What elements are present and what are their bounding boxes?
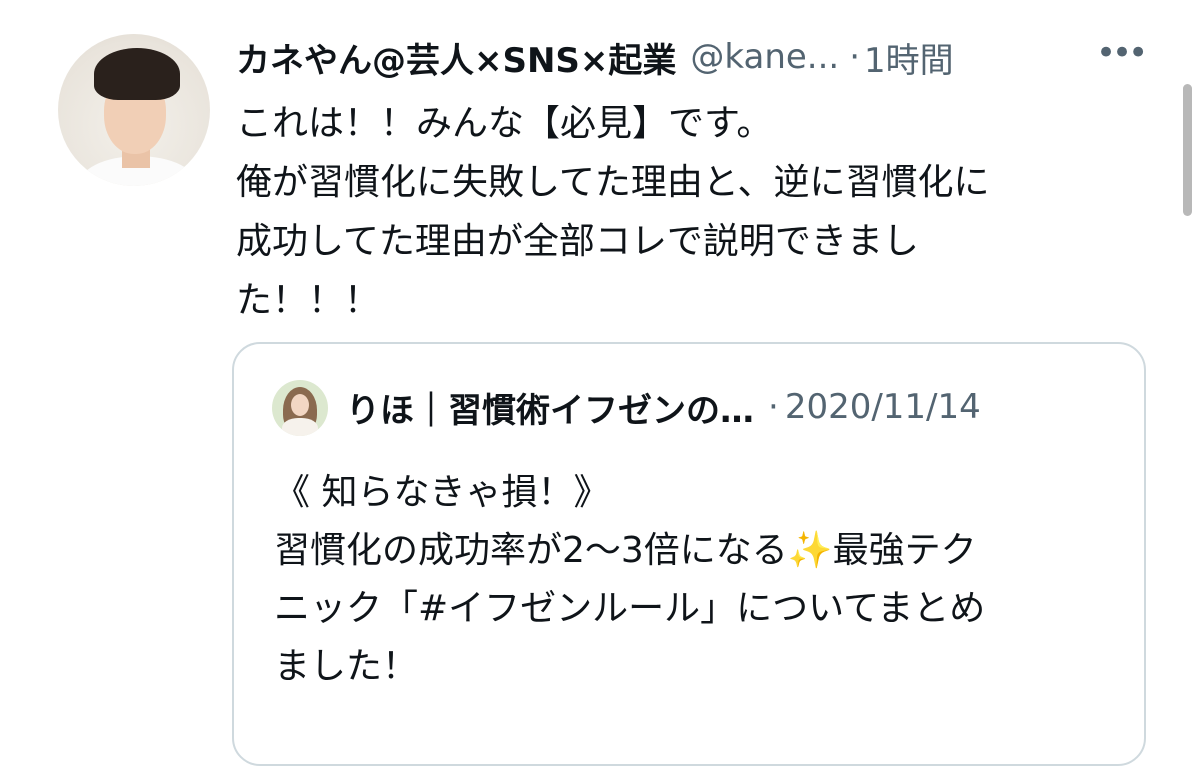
- author-handle[interactable]: @kane...: [690, 37, 839, 77]
- quoted-author-name: りほ｜習慣術イフゼンの…: [346, 390, 754, 431]
- quoted-header-separator: ·: [768, 387, 779, 427]
- header-separator: ·: [849, 37, 861, 77]
- author-name[interactable]: カネやん@芸人×SNS×起業: [236, 33, 676, 82]
- scrollbar-thumb[interactable]: [1183, 84, 1192, 216]
- quoted-author-avatar: [272, 380, 328, 436]
- quoted-avatar-body: [282, 418, 318, 436]
- avatar-hair: [94, 48, 180, 100]
- quoted-tweet-card[interactable]: りほ｜習慣術イフゼンの… · 2020/11/14 《 知らなきゃ損！》 習慣化…: [232, 342, 1146, 766]
- quoted-tweet-text: 《 知らなきゃ損！》 習慣化の成功率が2〜3倍になる✨最強テク ニック「#イフゼ…: [274, 472, 986, 687]
- more-options-icon[interactable]: •••: [1096, 36, 1148, 70]
- tweet-header: カネやん@芸人×SNS×起業 @kane... · 1時間: [236, 30, 1136, 84]
- author-avatar[interactable]: [58, 34, 210, 186]
- quoted-tweet-date: 2020/11/14: [784, 387, 981, 427]
- quoted-avatar-face: [291, 394, 309, 416]
- tweet-timestamp[interactable]: 1時間: [864, 33, 954, 82]
- tweet-text: これは！！みんな【必見】です。 俺が習慣化に失敗してた理由と、逆に習慣化に 成功…: [236, 103, 990, 321]
- quoted-tweet-header: りほ｜習慣術イフゼンの… · 2020/11/14: [346, 382, 1136, 432]
